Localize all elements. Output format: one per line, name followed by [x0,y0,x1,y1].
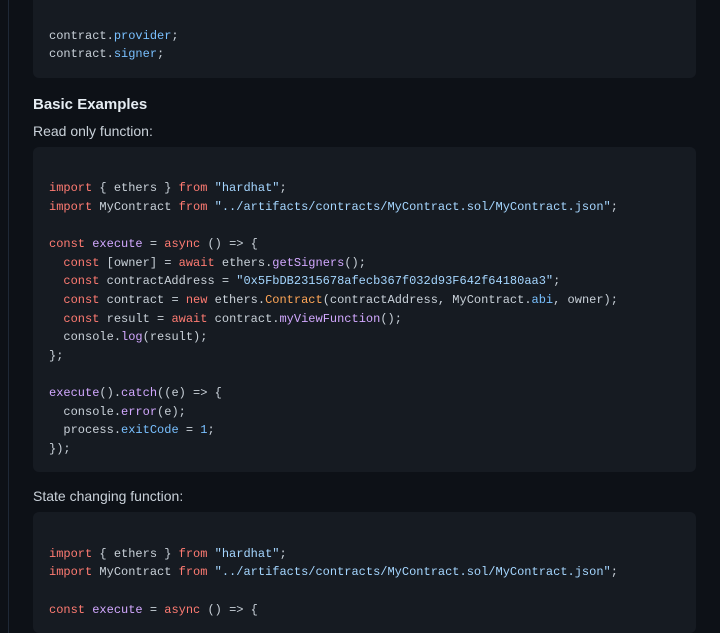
code-text: from [179,181,208,195]
code-text: async [164,603,200,617]
code-text: result [107,312,150,326]
code-text: (result); [143,330,208,344]
code-text: const [63,312,99,326]
code-text: , owner); [553,293,618,307]
code-text: const [49,237,85,251]
code-text: const [49,603,85,617]
code-text: Contract [265,293,323,307]
code-text: import [49,181,92,195]
subheading-readonly: Read only function: [33,123,696,139]
code-text: execute [92,603,142,617]
code-text: signer [114,47,157,61]
code-text: log [121,330,143,344]
code-text: ethers [222,256,265,270]
code-text: execute [92,237,142,251]
code-text: getSigners [272,256,344,270]
code-text: execute [49,386,99,400]
code-text: from [179,200,208,214]
code-text: "../artifacts/contracts/MyContract.sol/M… [215,200,611,214]
code-text: contractAddress [107,274,215,288]
subheading-state-changing: State changing function: [33,488,696,504]
code-text: const [63,293,99,307]
code-text: { ethers } [99,181,171,195]
code-text: (contractAddress, MyContract. [323,293,532,307]
code-text: MyContract [99,200,171,214]
code-text: provider [114,29,172,43]
code-block-intro: contract.provider; contract.signer; [33,0,696,78]
code-text: new [186,293,208,307]
code-text: abi [532,293,554,307]
code-text: import [49,547,92,561]
code-text: catch [121,386,157,400]
code-text: contract [215,312,273,326]
code-block-readonly: import { ethers } from "hardhat"; import… [33,147,696,473]
article-content: contract.provider; contract.signer; Basi… [8,0,720,633]
code-text: ethers [215,293,258,307]
code-text: contract [49,47,107,61]
code-text: console [63,330,113,344]
code-text: await [171,312,207,326]
code-text: contract [49,29,107,43]
code-block-state-changing: import { ethers } from "hardhat"; import… [33,512,696,633]
code-text: error [121,405,157,419]
code-text: }; [49,349,63,363]
code-text: myViewFunction [279,312,380,326]
code-text: "0x5FbDB2315678afecb367f032d93F642f64180… [236,274,553,288]
code-text: "hardhat" [215,547,280,561]
code-text: exitCode [121,423,179,437]
code-text: await [179,256,215,270]
code-text: console [63,405,113,419]
code-text: const [63,256,99,270]
code-text: import [49,565,92,579]
code-text: () => { [207,603,257,617]
code-text: from [179,565,208,579]
code-text: (e); [157,405,186,419]
code-text: [owner] [107,256,157,270]
code-text: import [49,200,92,214]
code-text: contract [107,293,165,307]
code-text: () => { [207,237,257,251]
code-text: "../artifacts/contracts/MyContract.sol/M… [215,565,611,579]
code-text: { ethers } [99,547,171,561]
code-text: from [179,547,208,561]
code-text: const [63,274,99,288]
section-heading-basic-examples: Basic Examples [33,96,696,113]
code-text: process [63,423,113,437]
code-text: async [164,237,200,251]
code-text: "hardhat" [215,181,280,195]
code-text: MyContract [99,565,171,579]
code-text: }); [49,442,71,456]
code-text: ((e) => { [157,386,222,400]
